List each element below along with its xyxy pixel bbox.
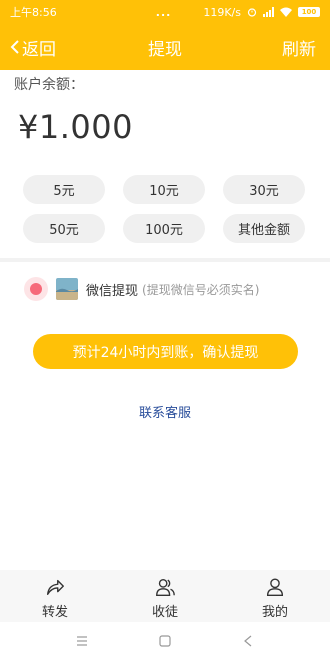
battery-icon: 100 xyxy=(298,7,320,17)
withdraw-method-note: (提现微信号必须实名) xyxy=(142,282,260,297)
chevron-left-icon xyxy=(10,40,19,54)
amount-option-100[interactable]: 100元 xyxy=(123,214,205,243)
status-indicators: ... 119K/s 100 xyxy=(156,6,320,19)
back-label: 返回 xyxy=(22,39,56,60)
amount-option-50[interactable]: 50元 xyxy=(23,214,105,243)
confirm-withdraw-button[interactable]: 预计24小时内到账，确认提现 xyxy=(33,334,298,369)
nav-back-button[interactable] xyxy=(228,626,268,656)
status-time: 上午8:56 xyxy=(10,6,57,19)
menu-icon xyxy=(76,636,87,646)
notification-dots: ... xyxy=(155,5,172,19)
balance-value: ¥1.000 xyxy=(18,108,133,146)
user-icon xyxy=(266,578,284,596)
share-icon xyxy=(46,579,64,596)
alarm-icon xyxy=(247,8,257,17)
nav-menu-button[interactable] xyxy=(62,626,102,656)
back-icon xyxy=(244,635,252,647)
tab-share-label: 转发 xyxy=(41,605,68,620)
refresh-button[interactable]: 刷新 xyxy=(282,24,316,70)
back-button[interactable]: 返回 xyxy=(10,24,56,70)
wifi-icon xyxy=(280,7,292,17)
withdraw-method-label: 微信提现 xyxy=(86,283,139,299)
tab-recruit-label: 收徒 xyxy=(151,605,178,620)
withdraw-method-wechat[interactable]: 微信提现 (提现微信号必须实名) xyxy=(24,276,259,302)
home-icon xyxy=(159,635,171,647)
system-nav-bar xyxy=(0,622,330,660)
nav-home-button[interactable] xyxy=(145,626,185,656)
users-icon xyxy=(156,578,175,596)
amount-option-5[interactable]: 5元 xyxy=(23,175,105,204)
status-bar: 上午8:56 ... 119K/s 100 xyxy=(0,0,330,24)
app-header: 返回 提现 刷新 xyxy=(0,24,330,70)
page-title: 提现 xyxy=(148,39,182,60)
tab-recruit[interactable]: 收徒 xyxy=(110,570,220,622)
wechat-avatar-icon xyxy=(56,278,78,300)
amount-options: 5元 10元 30元 50元 100元 其他金额 xyxy=(23,175,305,243)
tab-me[interactable]: 我的 xyxy=(220,570,330,622)
contact-service-link[interactable]: 联系客服 xyxy=(0,402,330,421)
amount-option-10[interactable]: 10元 xyxy=(123,175,205,204)
amount-option-30[interactable]: 30元 xyxy=(223,175,305,204)
section-divider xyxy=(0,258,330,262)
signal-icon xyxy=(263,7,274,17)
amount-option-other[interactable]: 其他金额 xyxy=(223,214,305,243)
tab-share[interactable]: 转发 xyxy=(0,570,110,622)
radio-selected[interactable] xyxy=(24,277,48,301)
tab-me-label: 我的 xyxy=(261,605,288,620)
network-speed: 119K/s xyxy=(203,5,241,19)
bottom-tabbar: 转发 收徒 我的 xyxy=(0,570,330,622)
balance-label: 账户余额： xyxy=(14,77,84,93)
